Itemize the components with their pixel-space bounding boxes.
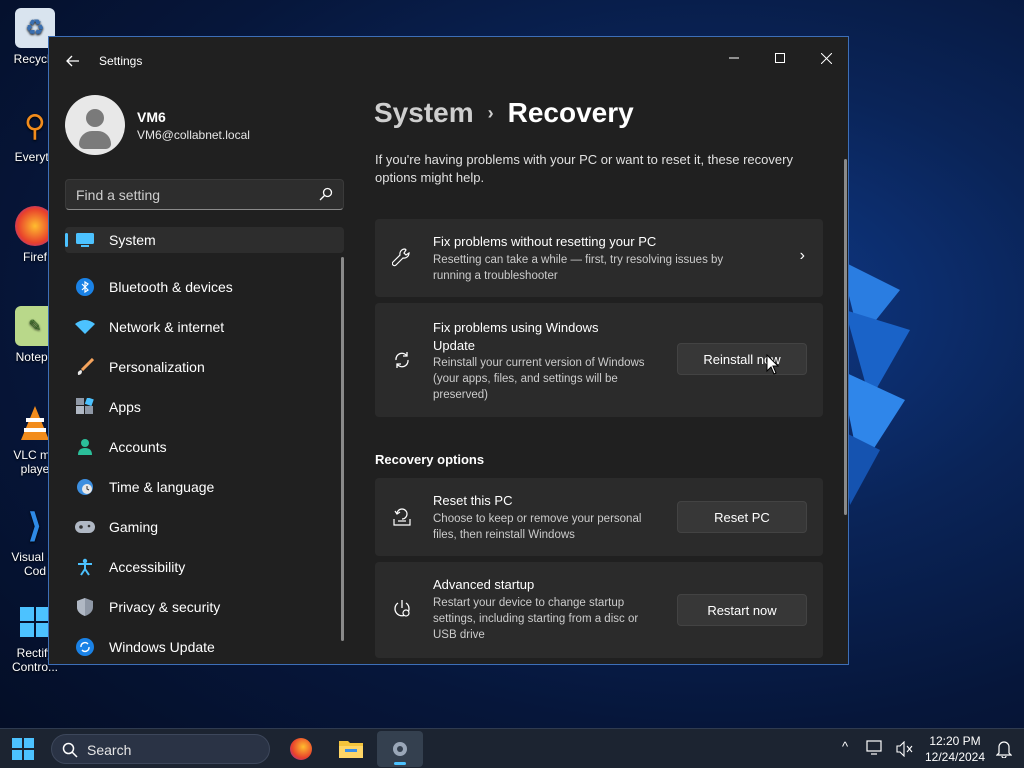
minimize-button[interactable] <box>711 43 757 73</box>
notification-bell-icon[interactable] <box>996 740 1012 758</box>
taskbar-file-explorer[interactable] <box>328 731 374 767</box>
sync-icon <box>391 349 413 371</box>
taskbar-settings[interactable] <box>377 731 423 767</box>
fix-troubleshooter-card[interactable]: Fix problems without resetting your PC R… <box>375 219 823 297</box>
chevron-right-icon: › <box>799 247 805 264</box>
paintbrush-icon <box>75 357 95 377</box>
clock-time: 12:20 PM <box>929 734 981 748</box>
content-scrollbar[interactable] <box>844 159 847 515</box>
shield-icon <box>75 597 95 617</box>
advanced-startup-card: Advanced startup Restart your device to … <box>375 562 823 658</box>
sidebar-item-label: Gaming <box>109 519 159 535</box>
sidebar-item-gaming[interactable]: Gaming <box>65 507 344 547</box>
restart-now-button[interactable]: Restart now <box>677 594 807 626</box>
taskbar-search-label: Search <box>87 742 132 758</box>
sidebar-item-label: Privacy & security <box>109 599 221 615</box>
apps-icon <box>75 397 95 417</box>
reinstall-now-button[interactable]: Reinstall now <box>677 343 807 375</box>
minimize-icon <box>729 57 739 59</box>
clock[interactable]: 12:20 PM 12/24/2024 <box>915 733 995 765</box>
gamepad-icon <box>75 517 95 537</box>
maximize-button[interactable] <box>757 43 803 73</box>
sidebar-item-bluetooth[interactable]: Bluetooth & devices <box>65 267 344 307</box>
fix-update-card: Fix problems using Windows Update Reinst… <box>375 303 823 417</box>
intro-text: If you're having problems with your PC o… <box>375 152 793 185</box>
reset-pc-icon <box>391 506 413 528</box>
profile-name: VM6 <box>137 109 166 125</box>
card-description: Restart your device to change startup se… <box>433 597 639 641</box>
sidebar-item-system[interactable]: System <box>65 227 344 253</box>
breadcrumb: System › Recovery <box>374 97 634 129</box>
mouse-cursor-icon <box>766 354 780 375</box>
close-icon <box>820 52 832 64</box>
sidebar-item-network[interactable]: Network & internet <box>65 307 344 347</box>
card-description: Reinstall your current version of Window… <box>433 357 645 401</box>
sidebar-item-label: Accessibility <box>109 559 186 575</box>
accessibility-icon <box>75 557 95 577</box>
reset-pc-button[interactable]: Reset PC <box>677 501 807 533</box>
sidebar-item-accessibility[interactable]: Accessibility <box>65 547 344 587</box>
sidebar-item-label: Network & internet <box>109 319 225 335</box>
close-button[interactable] <box>803 43 848 73</box>
reset-pc-card: Reset this PC Choose to keep or remove y… <box>375 478 823 556</box>
start-button[interactable] <box>12 738 34 760</box>
gear-icon <box>393 742 407 756</box>
taskbar-firefox[interactable] <box>278 731 324 767</box>
folder-icon <box>339 741 363 758</box>
sidebar-item-label: System <box>109 232 156 248</box>
sidebar-item-personalization[interactable]: Personalization <box>65 347 344 387</box>
taskbar: Search ^ 12:20 PM 12/24/2024 <box>0 728 1024 768</box>
profile-email: VM6@collabnet.local <box>137 128 250 142</box>
settings-window: Settings VM6 VM6@collabnet.local System <box>48 36 849 665</box>
sidebar-item-label: Bluetooth & devices <box>109 279 233 295</box>
breadcrumb-parent[interactable]: System <box>374 97 474 129</box>
card-title: Advanced startup <box>433 577 535 592</box>
bluetooth-icon <box>75 277 95 297</box>
volume-muted-icon[interactable] <box>896 741 914 757</box>
monitor-icon <box>75 230 95 250</box>
sidebar-nav: System Bluetooth & devices Network & int… <box>65 227 344 664</box>
search-icon <box>62 742 78 758</box>
back-button[interactable] <box>63 51 83 71</box>
network-status-icon[interactable] <box>866 740 884 756</box>
sidebar-item-label: Personalization <box>109 359 205 375</box>
sidebar-item-label: Time & language <box>109 479 215 495</box>
taskbar-search[interactable]: Search <box>51 734 270 764</box>
search-icon[interactable] <box>319 187 333 201</box>
avatar[interactable] <box>65 95 125 155</box>
page-title: Recovery <box>507 97 634 128</box>
sidebar-item-accounts[interactable]: Accounts <box>65 427 344 467</box>
power-settings-icon <box>391 598 413 620</box>
sidebar-item-label: Apps <box>109 399 141 415</box>
card-title: Fix problems without resetting your PC <box>433 234 657 249</box>
sidebar-item-privacy[interactable]: Privacy & security <box>65 587 344 627</box>
chevron-right-icon: › <box>487 102 494 123</box>
sidebar-item-windows-update[interactable]: Windows Update <box>65 627 344 664</box>
recovery-options-heading: Recovery options <box>375 452 485 467</box>
card-description: Resetting can take a while — first, try … <box>433 254 724 282</box>
card-title: Reset this PC <box>433 493 513 508</box>
wifi-icon <box>75 317 95 337</box>
search-box[interactable] <box>65 179 344 210</box>
sidebar-item-apps[interactable]: Apps <box>65 387 344 427</box>
person-icon <box>75 437 95 457</box>
clock-globe-icon <box>75 477 95 497</box>
title-bar[interactable]: Settings <box>49 37 848 85</box>
card-description: Choose to keep or remove your personal f… <box>433 513 642 541</box>
wallpaper-bloom <box>840 260 910 505</box>
wrench-icon <box>391 247 413 269</box>
search-input[interactable] <box>76 186 306 204</box>
clock-date: 12/24/2024 <box>924 750 986 764</box>
firefox-icon <box>290 738 312 760</box>
sidebar-item-label: Accounts <box>109 439 167 455</box>
card-title: Fix problems using Windows Update <box>433 320 599 353</box>
sidebar-item-time-language[interactable]: Time & language <box>65 467 344 507</box>
sidebar-item-label: Windows Update <box>109 639 215 655</box>
maximize-icon <box>775 53 785 63</box>
chevron-up-icon[interactable]: ^ <box>842 739 848 754</box>
back-arrow-icon <box>66 55 79 67</box>
update-icon <box>75 637 95 657</box>
app-title: Settings <box>99 54 143 68</box>
sidebar-scrollbar[interactable] <box>341 257 344 641</box>
